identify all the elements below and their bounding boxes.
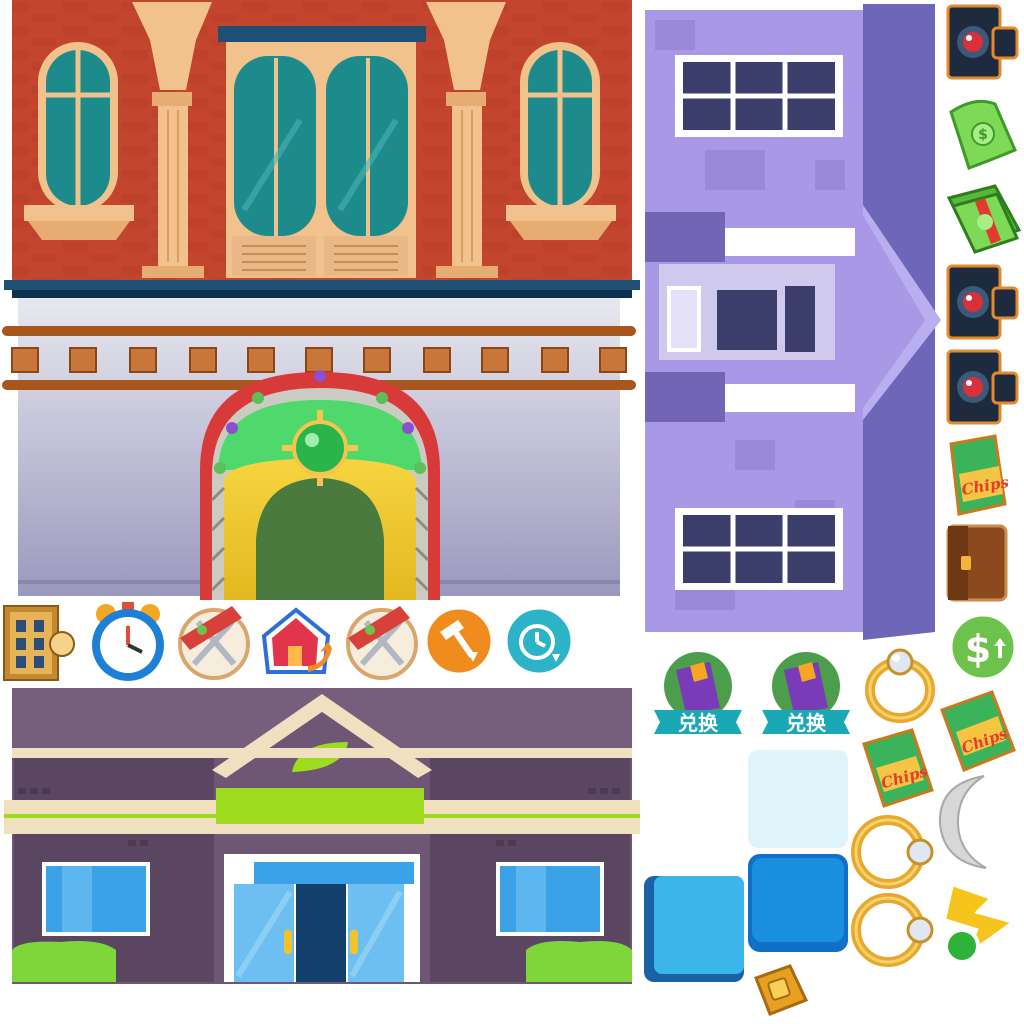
purple-shop-facade-with-leaf-sign — [0, 686, 645, 986]
shop-window-left — [42, 862, 150, 936]
camera-icon — [945, 347, 1020, 427]
cash-stack-icon — [945, 178, 1023, 258]
svg-text:兑换: 兑换 — [786, 711, 827, 735]
cutlery-plate-icon — [340, 600, 422, 682]
crescent-moon-icon — [936, 774, 996, 870]
clock-speedup-icon — [504, 606, 574, 676]
central-double-door — [218, 26, 426, 278]
shop-glass-door — [224, 854, 420, 982]
exchange-gift-icon: 兑换 — [650, 648, 746, 744]
red-brick-building-facade — [0, 0, 645, 600]
diamond-ring-icon — [850, 892, 938, 968]
top-window — [675, 55, 843, 137]
hammer-down-icon — [424, 606, 494, 676]
cyan-tile — [642, 874, 746, 984]
house-upgrade-icon — [258, 602, 338, 682]
chips-bag-icon: Chips — [938, 690, 1018, 772]
camera-icon — [945, 2, 1020, 82]
chips-bag-icon: Chips — [945, 434, 1010, 518]
svg-text:兑换: 兑换 — [678, 711, 719, 735]
chips-bag-icon: Chips — [860, 728, 936, 810]
camera-icon — [945, 262, 1020, 342]
dollar-up-icon: $ — [948, 612, 1018, 682]
svg-text:$: $ — [965, 627, 991, 671]
casino-arch-entrance — [200, 370, 440, 600]
blue-tile — [748, 854, 850, 954]
svg-text:$: $ — [978, 127, 988, 143]
cutlery-plate-icon — [172, 600, 254, 682]
building-thumbnail-icon — [2, 604, 76, 682]
diamond-ring-icon — [850, 814, 938, 890]
briefcase-icon — [945, 520, 1011, 604]
house-door — [645, 212, 855, 422]
purple-house-top-down — [645, 0, 945, 640]
exchange-gift-icon: 兑换 — [758, 648, 854, 744]
bottom-window — [675, 508, 843, 590]
gold-bag-icon — [748, 960, 812, 1020]
diamond-ring-icon — [860, 646, 940, 724]
shop-window-right — [496, 862, 604, 936]
lightning-bolt-icon — [934, 876, 1020, 970]
alarm-clock-icon — [86, 600, 170, 684]
light-blue-tile — [748, 750, 850, 850]
cash-bill-icon: $ — [945, 90, 1020, 175]
